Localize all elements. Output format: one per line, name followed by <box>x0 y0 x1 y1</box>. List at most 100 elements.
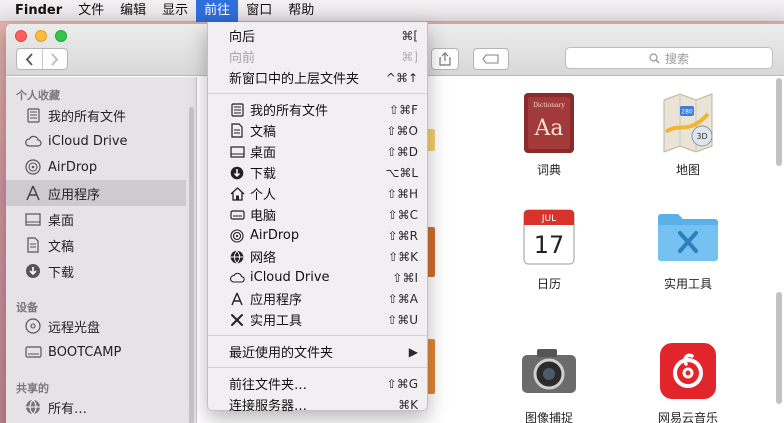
share-button[interactable] <box>431 48 459 70</box>
menu-item-label: 向前 <box>229 51 256 66</box>
utilities-icon <box>229 312 245 328</box>
downloads-icon <box>24 262 42 280</box>
drive-icon <box>24 343 42 361</box>
zoom-button[interactable] <box>55 30 67 42</box>
menu-item-utilities[interactable]: 实用工具 ⇧⌘U <box>208 309 427 330</box>
tags-button[interactable] <box>473 48 509 70</box>
app-calendar[interactable]: JUL 17 日历 <box>499 205 599 292</box>
menu-item-shortcut: ⌥⌘L <box>385 165 418 180</box>
forward-button[interactable] <box>41 49 68 69</box>
menu-item-shortcut: ⌘[ <box>401 28 418 43</box>
app-maps[interactable]: 3D 280 地图 <box>638 91 738 178</box>
sidebar-item-all-files[interactable]: 我的所有文件 <box>6 102 186 128</box>
desktop-icon <box>24 210 42 228</box>
menu-item-applications[interactable]: 应用程序 ⇧⌘A <box>208 288 427 309</box>
menu-item-connect-server[interactable]: 连接服务器… ⌘K <box>208 394 427 415</box>
chevron-right-icon <box>51 52 59 66</box>
menu-item-desktop[interactable]: 桌面 ⇧⌘D <box>208 141 427 162</box>
menu-bar: Finder 文件 编辑 显示 前往 窗口 帮助 <box>0 0 784 22</box>
search-icon <box>649 52 660 63</box>
sidebar-item-downloads[interactable]: 下载 <box>6 258 186 284</box>
sidebar-item-documents[interactable]: 文稿 <box>6 232 186 258</box>
menu-item-all-files[interactable]: 我的所有文件 ⇧⌘F <box>208 99 427 120</box>
app-netease-music[interactable]: 网易云音乐 <box>638 339 738 423</box>
sidebar-item-label: 桌面 <box>48 213 75 229</box>
sidebar-item-label: BOOTCAMP <box>48 344 122 360</box>
menu-item-downloads[interactable]: 下载 ⌥⌘L <box>208 162 427 183</box>
airdrop-icon <box>24 158 42 176</box>
menu-item-label: 桌面 <box>250 146 277 161</box>
menu-item-documents[interactable]: 文稿 ⇧⌘O <box>208 120 427 141</box>
all-files-icon <box>24 106 42 124</box>
app-dictionary[interactable]: Dictionary Aa 词典 <box>499 91 599 178</box>
image-capture-app-icon <box>517 339 581 403</box>
documents-icon <box>24 236 42 254</box>
icloud-icon <box>24 132 42 150</box>
sidebar-item-airdrop[interactable]: AirDrop <box>6 154 186 180</box>
menu-item-shortcut: ⇧⌘O <box>386 123 419 138</box>
menu-item-shortcut: ⇧⌘U <box>387 312 418 327</box>
go-menu: 向后 ⌘[ 向前 ⌘] 新窗口中的上层文件夹 ^⌘↑ 我的所有文件 ⇧⌘F 文稿… <box>207 22 428 414</box>
remote-disc-icon <box>24 317 42 335</box>
calendar-month: JUL <box>541 214 556 224</box>
menu-edit[interactable]: 编辑 <box>112 0 154 22</box>
menu-item-shortcut: ^⌘↑ <box>385 70 418 85</box>
home-icon <box>229 186 245 202</box>
app-label: 词典 <box>536 163 561 177</box>
menu-help[interactable]: 帮助 <box>280 0 322 22</box>
sidebar-scrollbar[interactable] <box>189 107 194 423</box>
menu-view[interactable]: 显示 <box>154 0 196 22</box>
menu-item-shortcut: ⇧⌘A <box>387 291 418 306</box>
menu-window[interactable]: 窗口 <box>238 0 280 22</box>
sidebar-item-label: iCloud Drive <box>48 133 128 149</box>
menu-item-back[interactable]: 向后 ⌘[ <box>208 25 427 46</box>
back-button[interactable] <box>17 49 42 69</box>
partial-app-icon <box>427 339 435 394</box>
sidebar-section-favorites: 个人收藏 <box>16 89 60 102</box>
menu-separator <box>208 93 427 94</box>
sidebar-item-all-shared[interactable]: 所有… <box>6 394 186 420</box>
sidebar: 个人收藏 我的所有文件 iCloud Drive AirDrop 应用程序 桌面… <box>6 77 197 423</box>
app-label: 网易云音乐 <box>657 411 718 423</box>
sidebar-item-remote-disc[interactable]: 远程光盘 <box>6 313 186 339</box>
menu-item-icloud[interactable]: iCloud Drive ⇧⌘I <box>208 267 427 288</box>
app-label: 地图 <box>675 163 700 177</box>
menu-separator <box>208 367 427 368</box>
applications-icon <box>24 184 42 202</box>
content-scrollbar-lower[interactable] <box>776 292 782 404</box>
maps-app-icon: 3D 280 <box>656 91 720 155</box>
app-image-capture[interactable]: 图像捕捉 <box>499 339 599 423</box>
sidebar-item-label: 远程光盘 <box>48 320 101 336</box>
sidebar-item-icloud[interactable]: iCloud Drive <box>6 128 186 154</box>
menu-item-label: 应用程序 <box>250 293 303 308</box>
back-forward-group <box>16 48 68 70</box>
all-files-icon <box>229 102 245 118</box>
search-field[interactable]: 搜索 <box>565 47 773 69</box>
menu-item-label: 网络 <box>250 251 277 266</box>
chevron-left-icon <box>25 52 33 66</box>
menu-item-home[interactable]: 个人 ⇧⌘H <box>208 183 427 204</box>
menu-finder[interactable]: Finder <box>8 0 70 22</box>
menu-item-airdrop[interactable]: AirDrop ⇧⌘R <box>208 225 427 246</box>
menu-file[interactable]: 文件 <box>70 0 112 22</box>
menu-item-computer[interactable]: 电脑 ⇧⌘C <box>208 204 427 225</box>
content-scrollbar[interactable] <box>776 78 782 166</box>
menu-item-enclosing-folder[interactable]: 新窗口中的上层文件夹 ^⌘↑ <box>208 67 427 88</box>
icloud-icon <box>229 270 245 286</box>
app-utilities[interactable]: 实用工具 <box>638 205 738 292</box>
sidebar-item-bootcamp[interactable]: BOOTCAMP <box>6 339 186 365</box>
computer-icon <box>229 207 245 223</box>
sidebar-item-desktop[interactable]: 桌面 <box>6 206 186 232</box>
sidebar-item-applications[interactable]: 应用程序 <box>6 180 186 206</box>
network-icon <box>24 398 42 416</box>
minimize-button[interactable] <box>35 30 47 42</box>
menu-item-label: 电脑 <box>250 209 277 224</box>
menu-item-shortcut: ⌘K <box>398 397 418 412</box>
submenu-arrow-icon: ▶ <box>408 344 418 359</box>
menu-item-recent-folders[interactable]: 最近使用的文件夹 ▶ <box>208 341 427 362</box>
close-button[interactable] <box>15 30 27 42</box>
menu-item-network[interactable]: 网络 ⇧⌘K <box>208 246 427 267</box>
documents-icon <box>229 123 245 139</box>
menu-item-go-to-folder[interactable]: 前往文件夹… ⇧⌘G <box>208 373 427 394</box>
menu-go[interactable]: 前往 <box>196 0 239 22</box>
